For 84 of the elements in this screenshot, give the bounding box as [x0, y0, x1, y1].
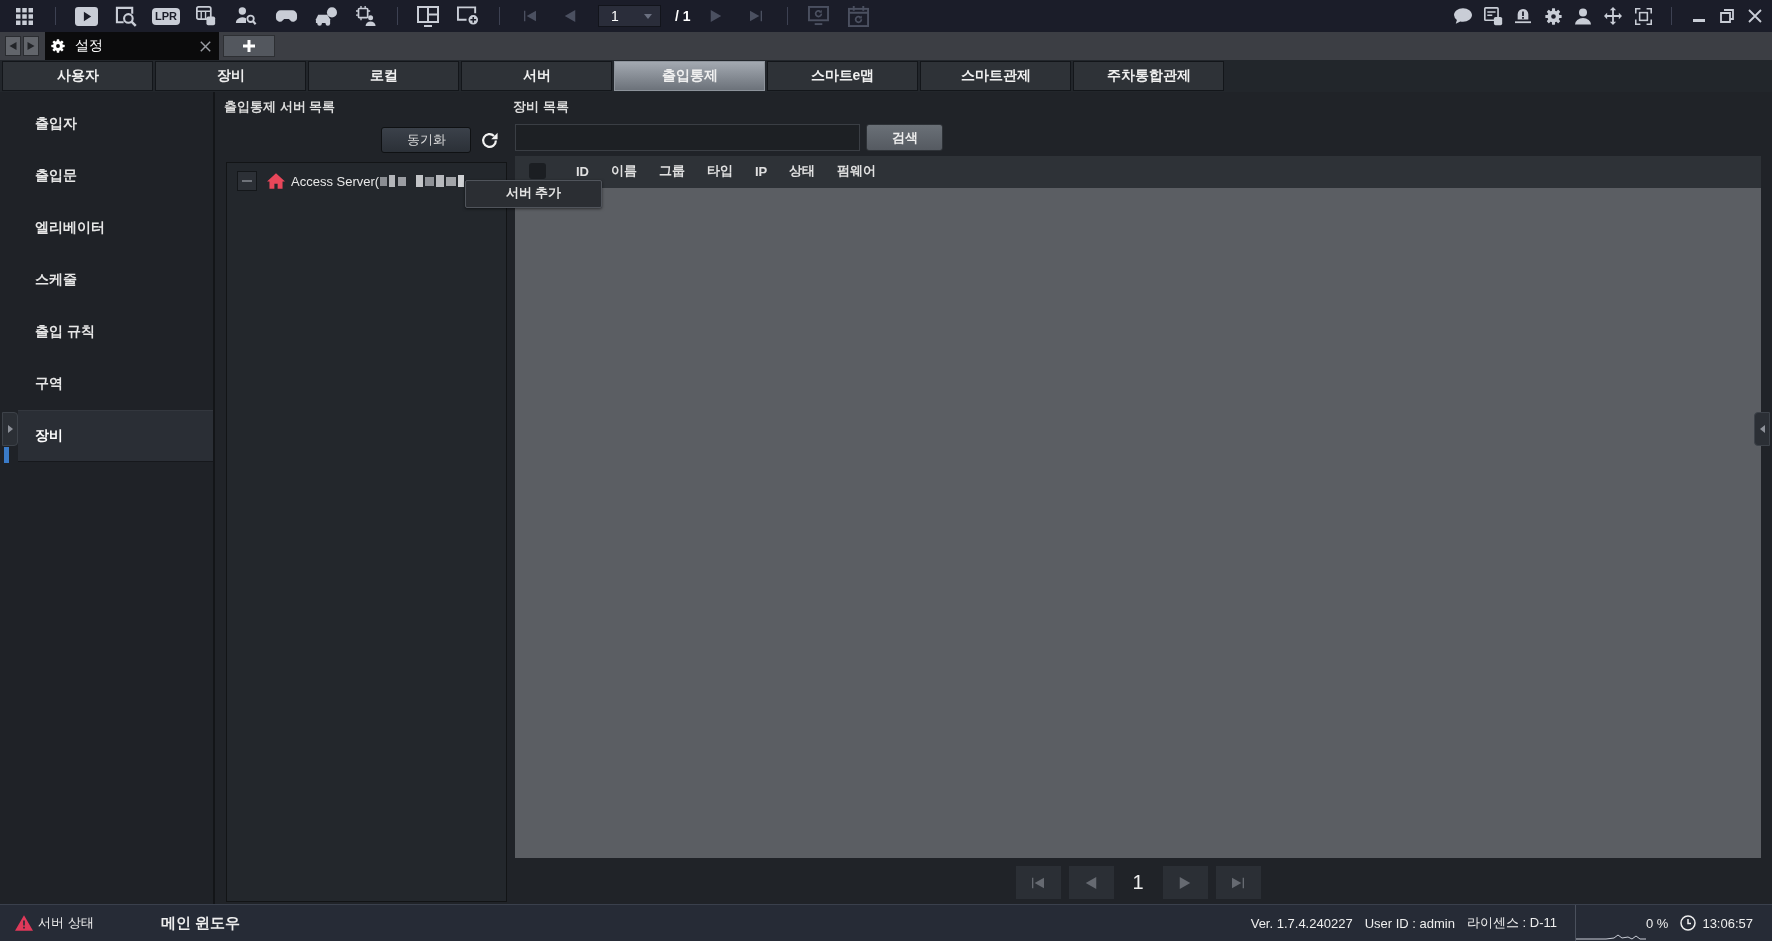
chat-icon[interactable] [1454, 8, 1472, 24]
column-header: 그룹 [659, 162, 685, 180]
license-text: 라이센스 : D-11 [1466, 914, 1557, 932]
next-page-button[interactable] [1162, 866, 1208, 899]
tab-title: 설정 [75, 37, 103, 55]
sidebar-toggle-button[interactable] [2, 412, 18, 446]
caret-down-icon[interactable] [644, 13, 652, 19]
category-tab[interactable]: 스마트관제 [920, 61, 1071, 91]
play-icon[interactable] [74, 6, 98, 26]
lpr-button[interactable]: LPR [152, 7, 180, 25]
category-tab[interactable]: 서버 [461, 61, 612, 91]
select-all-checkbox[interactable] [529, 163, 546, 179]
user-search-icon[interactable] [235, 6, 257, 26]
search-field[interactable] [515, 124, 860, 151]
screen-add-icon[interactable] [457, 6, 479, 26]
right-triangle-icon[interactable] [27, 42, 35, 50]
sidebar-item[interactable]: 장비 [18, 410, 213, 462]
split-screen-icon[interactable] [417, 5, 439, 27]
scroll-left-button[interactable] [5, 36, 21, 56]
previous-icon[interactable] [1085, 876, 1097, 889]
settings-icon[interactable] [51, 39, 65, 53]
category-tab[interactable]: 주차통합관제 [1073, 61, 1224, 91]
move-icon[interactable] [1604, 7, 1622, 25]
category-tab[interactable]: 장비 [155, 61, 306, 91]
column-header: 타입 [707, 162, 733, 180]
last-page-icon[interactable] [1232, 876, 1244, 889]
window-tab[interactable]: 설정 [45, 32, 219, 60]
category-tab[interactable]: 스마트e맵 [767, 61, 918, 91]
tree-item-label[interactable]: Access Server( [291, 173, 380, 189]
plus-icon [243, 40, 255, 52]
apps-grid-icon[interactable] [15, 7, 33, 25]
minimize-icon[interactable] [1693, 18, 1705, 22]
column-header: ID [576, 163, 589, 179]
server-status-label: 서버 상태 [38, 914, 94, 932]
close-tab-icon[interactable] [200, 40, 211, 52]
minus-icon [242, 180, 252, 182]
previous-page-button[interactable] [1068, 866, 1114, 899]
column-header: IP [755, 163, 768, 179]
panel-toggle-button[interactable] [1754, 412, 1770, 446]
panel-title: 장비 목록 [513, 98, 570, 116]
category-tab[interactable]: 사용자 [2, 61, 153, 91]
menu-item[interactable]: 서버 추가 [505, 183, 562, 202]
panel-title: 출입통제 서버 목록 [224, 98, 337, 116]
add-tab-button[interactable] [223, 35, 275, 57]
settings-icon[interactable] [1544, 7, 1562, 25]
page-total: / 1 [675, 8, 692, 24]
gamepad-icon[interactable] [274, 8, 298, 24]
first-page-icon[interactable] [1032, 876, 1044, 889]
car-badge-icon[interactable] [315, 6, 337, 26]
last-page-button[interactable] [1215, 866, 1261, 899]
column-header: 이름 [611, 162, 637, 180]
left-triangle-icon[interactable] [9, 42, 17, 50]
alarm-icon[interactable] [1515, 8, 1531, 24]
column-header: 상태 [789, 162, 816, 180]
restore-icon[interactable] [1720, 9, 1734, 23]
caret-right-icon [7, 425, 13, 433]
cpu-usage-text: 0 % [1646, 915, 1669, 931]
clock-icon [1680, 915, 1697, 931]
chip-user-icon[interactable] [356, 6, 376, 26]
sidebar-indicator [4, 447, 9, 463]
category-tab[interactable]: 로컬 [308, 61, 459, 91]
page-number: 1 [1131, 871, 1145, 894]
scroll-right-button[interactable] [23, 36, 39, 56]
tree-toggle-button[interactable] [237, 171, 257, 191]
window-name: 메인 윈도우 [161, 913, 241, 933]
next-icon[interactable] [1179, 876, 1191, 889]
search-button[interactable]: 검색 [866, 124, 943, 151]
first-page-button[interactable] [1015, 866, 1061, 899]
fullscreen-icon[interactable] [1634, 7, 1652, 25]
close-icon[interactable] [1748, 9, 1762, 23]
user-id-text: User ID : admin [1364, 915, 1455, 931]
home-icon [267, 173, 285, 189]
clock-time: 13:06:57 [1702, 915, 1753, 931]
list-badge-icon[interactable] [1483, 6, 1503, 26]
grid-card-icon[interactable] [196, 6, 216, 26]
version-text: Ver. 1.7.4.240227 [1250, 915, 1353, 931]
user-icon[interactable] [1575, 7, 1591, 25]
image-search-icon[interactable] [115, 5, 137, 27]
page-select[interactable]: 1 [598, 5, 661, 27]
column-header: 펌웨어 [837, 162, 877, 180]
cpu-usage-sparkline [1576, 934, 1646, 940]
refresh-icon[interactable] [481, 131, 498, 149]
sync-button[interactable]: 동기화 [381, 127, 471, 153]
caret-left-icon [1759, 425, 1765, 433]
